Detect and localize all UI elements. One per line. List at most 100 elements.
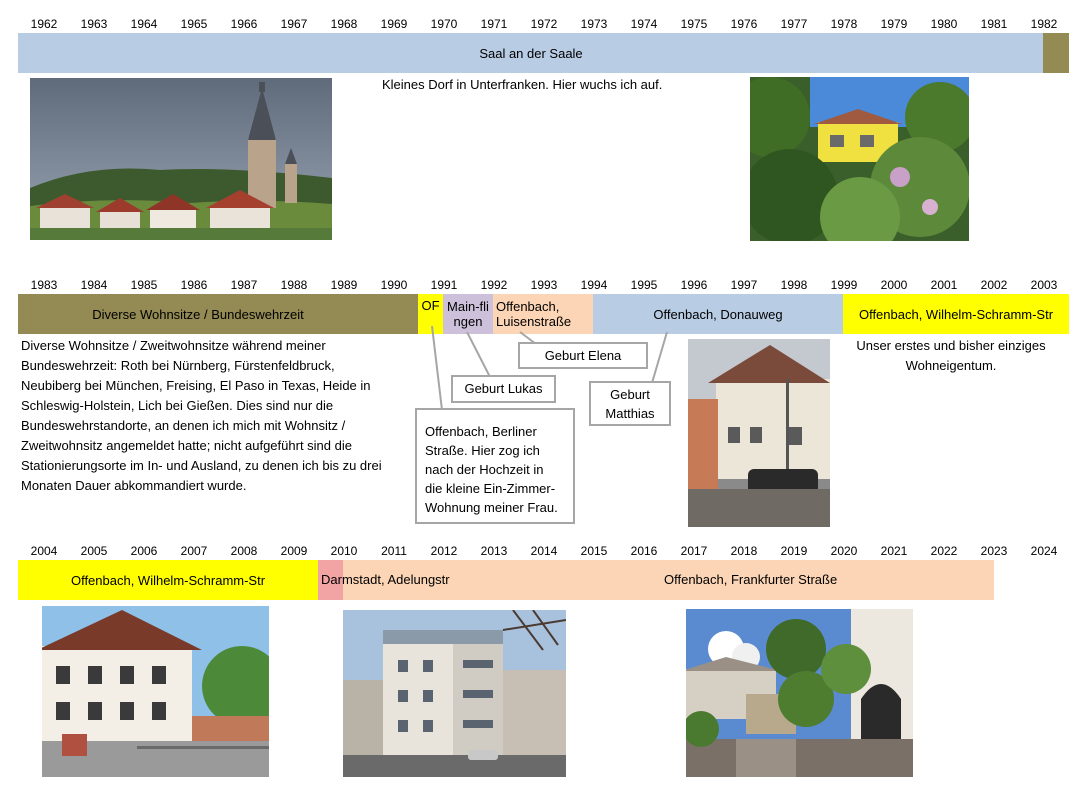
year-label: 1986 <box>180 278 208 292</box>
year-label: 2014 <box>530 544 558 558</box>
year-label: 2023 <box>980 544 1008 558</box>
callout-geburt-elena: Geburt Elena <box>518 342 648 369</box>
bar-saal-label: Saal an der Saale <box>479 45 583 61</box>
church-village-photo <box>30 78 332 240</box>
year-label: 1974 <box>630 17 658 31</box>
year-label: 1995 <box>630 278 658 292</box>
year-label: 1964 <box>130 17 158 31</box>
text-line: Geburt <box>610 387 650 402</box>
year-label: 2005 <box>80 544 108 558</box>
callout-berliner-strasse: Offenbach, Berliner Straße. Hier zog ich n… <box>415 408 575 524</box>
year-label: 1972 <box>530 17 558 31</box>
text-line: Offenbach, Berliner <box>425 424 537 439</box>
year-label: 1976 <box>730 17 758 31</box>
year-label: 1993 <box>530 278 558 292</box>
year-label: 1978 <box>830 17 858 31</box>
year-label: 1998 <box>780 278 808 292</box>
text-line: Bundeswehrzeit: Roth bei Nürnberg, Fürst… <box>21 358 335 373</box>
year-label: 1988 <box>280 278 308 292</box>
year-label: 2004 <box>30 544 58 558</box>
year-label: 2015 <box>580 544 608 558</box>
text-line: Neubiberg bei München, Freising, El Paso… <box>21 378 371 393</box>
year-label: 1966 <box>230 17 258 31</box>
year-label: 1985 <box>130 278 158 292</box>
year-label: 1996 <box>680 278 708 292</box>
year-label: 2003 <box>1030 278 1058 292</box>
bar-mainflingen-label: Main-flingen <box>447 299 489 329</box>
year-label: 1983 <box>30 278 58 292</box>
bar-wilhelm-schramm-1-label: Offenbach, Wilhelm-Schramm-Str <box>858 306 1054 322</box>
yellow-house-garden-photo <box>750 77 969 241</box>
bar-donauweg-label: Offenbach, Donauweg <box>653 306 783 322</box>
year-label: 1982 <box>1030 17 1058 31</box>
bundeswehr-description: Diverse Wohnsitze / Zweitwohnsitze währe… <box>21 336 416 496</box>
year-label: 2011 <box>381 544 407 558</box>
year-label: 2000 <box>880 278 908 292</box>
callout-geburt-matthias: Geburt Matthias <box>589 381 671 426</box>
text-line: Monaten Dauer abkommandiert wurde. <box>21 478 247 493</box>
frankfurter-courtyard-photo <box>686 609 913 777</box>
bar-luisenstrasse: Offenbach, Luisenstraße <box>493 294 593 334</box>
year-label: 1994 <box>580 278 608 292</box>
callout-geburt-elena-label: Geburt Elena <box>544 348 622 363</box>
year-label: 2017 <box>680 544 708 558</box>
text-line: die kleine Ein-Zimmer- <box>425 481 556 496</box>
text-line: Zweitwohnsitz angemeldet hatte; nicht au… <box>21 438 352 453</box>
year-label: 2024 <box>1030 544 1058 558</box>
bar-darmstadt-label: Darmstadt, Adelungstr <box>321 572 450 587</box>
year-label: 1967 <box>280 17 308 31</box>
year-label: 2001 <box>930 278 958 292</box>
year-label: 1984 <box>80 278 108 292</box>
bar-bundeswehr: Diverse Wohnsitze / Bundeswehrzeit <box>18 294 418 334</box>
wilhelm-description: Unser erstes und bisher einziges Wohneige… <box>846 336 1056 376</box>
bar-frankfurter-label: Offenbach, Frankfurter Straße <box>664 572 838 587</box>
year-label: 1997 <box>730 278 758 292</box>
text-line: Stationierungsorte im In- und Ausland, z… <box>21 458 382 473</box>
text-line: Straße. Hier zog ich <box>425 443 540 458</box>
donauweg-house-photo <box>688 339 830 527</box>
year-label: 1975 <box>680 17 708 31</box>
callout-geburt-lukas: Geburt Lukas <box>451 375 556 403</box>
year-label: 1990 <box>380 278 408 292</box>
bar-wilhelm-schramm-2: Offenbach, Wilhelm-Schramm-Str <box>18 560 318 600</box>
saal-description: Kleines Dorf in Unterfranken. Hier wuchs… <box>382 77 663 92</box>
year-label: 2013 <box>480 544 508 558</box>
year-label: 2009 <box>280 544 308 558</box>
bar-saal: Saal an der Saale <box>18 33 1044 73</box>
year-label: 1969 <box>380 17 408 31</box>
bar-donauweg: Offenbach, Donauweg <box>593 294 843 334</box>
text-line: Wohnung meiner Frau. <box>425 500 558 515</box>
year-label: 2018 <box>730 544 758 558</box>
year-label: 2007 <box>180 544 208 558</box>
text-line: Matthias <box>605 406 655 421</box>
year-label: 1962 <box>30 17 58 31</box>
year-label: 2020 <box>830 544 858 558</box>
bar-wilhelm-schramm-2-label: Offenbach, Wilhelm-Schramm-Str <box>70 572 266 588</box>
text-line: nach der Hochzeit in <box>425 462 544 477</box>
year-label: 1963 <box>80 17 108 31</box>
year-label: 1968 <box>330 17 358 31</box>
year-label: 1989 <box>330 278 358 292</box>
bar-luisenstrasse-label: Offenbach, Luisenstraße <box>496 299 572 329</box>
year-label: 2022 <box>930 544 958 558</box>
text-line: Diverse Wohnsitze / Zweitwohnsitze währe… <box>21 338 326 353</box>
bar-wilhelm-schramm-1: Offenbach, Wilhelm-Schramm-Str <box>843 294 1069 334</box>
bar-1982-olive <box>1043 33 1069 73</box>
bar-of: OF <box>418 294 443 334</box>
year-label: 2021 <box>880 544 908 558</box>
darmstadt-building-photo <box>343 610 566 777</box>
text-line: Schleswig-Holstein, Lich bei Gießen. Die… <box>21 398 334 413</box>
text-line: Wohneigentum. <box>905 358 997 373</box>
year-label: 2002 <box>980 278 1008 292</box>
year-label: 2012 <box>430 544 458 558</box>
year-label: 1991 <box>430 278 458 292</box>
bar-of-label: OF <box>421 298 440 313</box>
year-label: 1979 <box>880 17 908 31</box>
year-label: 1971 <box>480 17 508 31</box>
bar-mainflingen: Main-flingen <box>443 294 493 334</box>
year-label: 2006 <box>130 544 158 558</box>
bar-bundeswehr-label: Diverse Wohnsitze / Bundeswehrzeit <box>92 306 304 322</box>
year-label: 2010 <box>330 544 358 558</box>
wilhelm-schramm-house-photo <box>42 606 269 777</box>
year-label: 2008 <box>230 544 258 558</box>
